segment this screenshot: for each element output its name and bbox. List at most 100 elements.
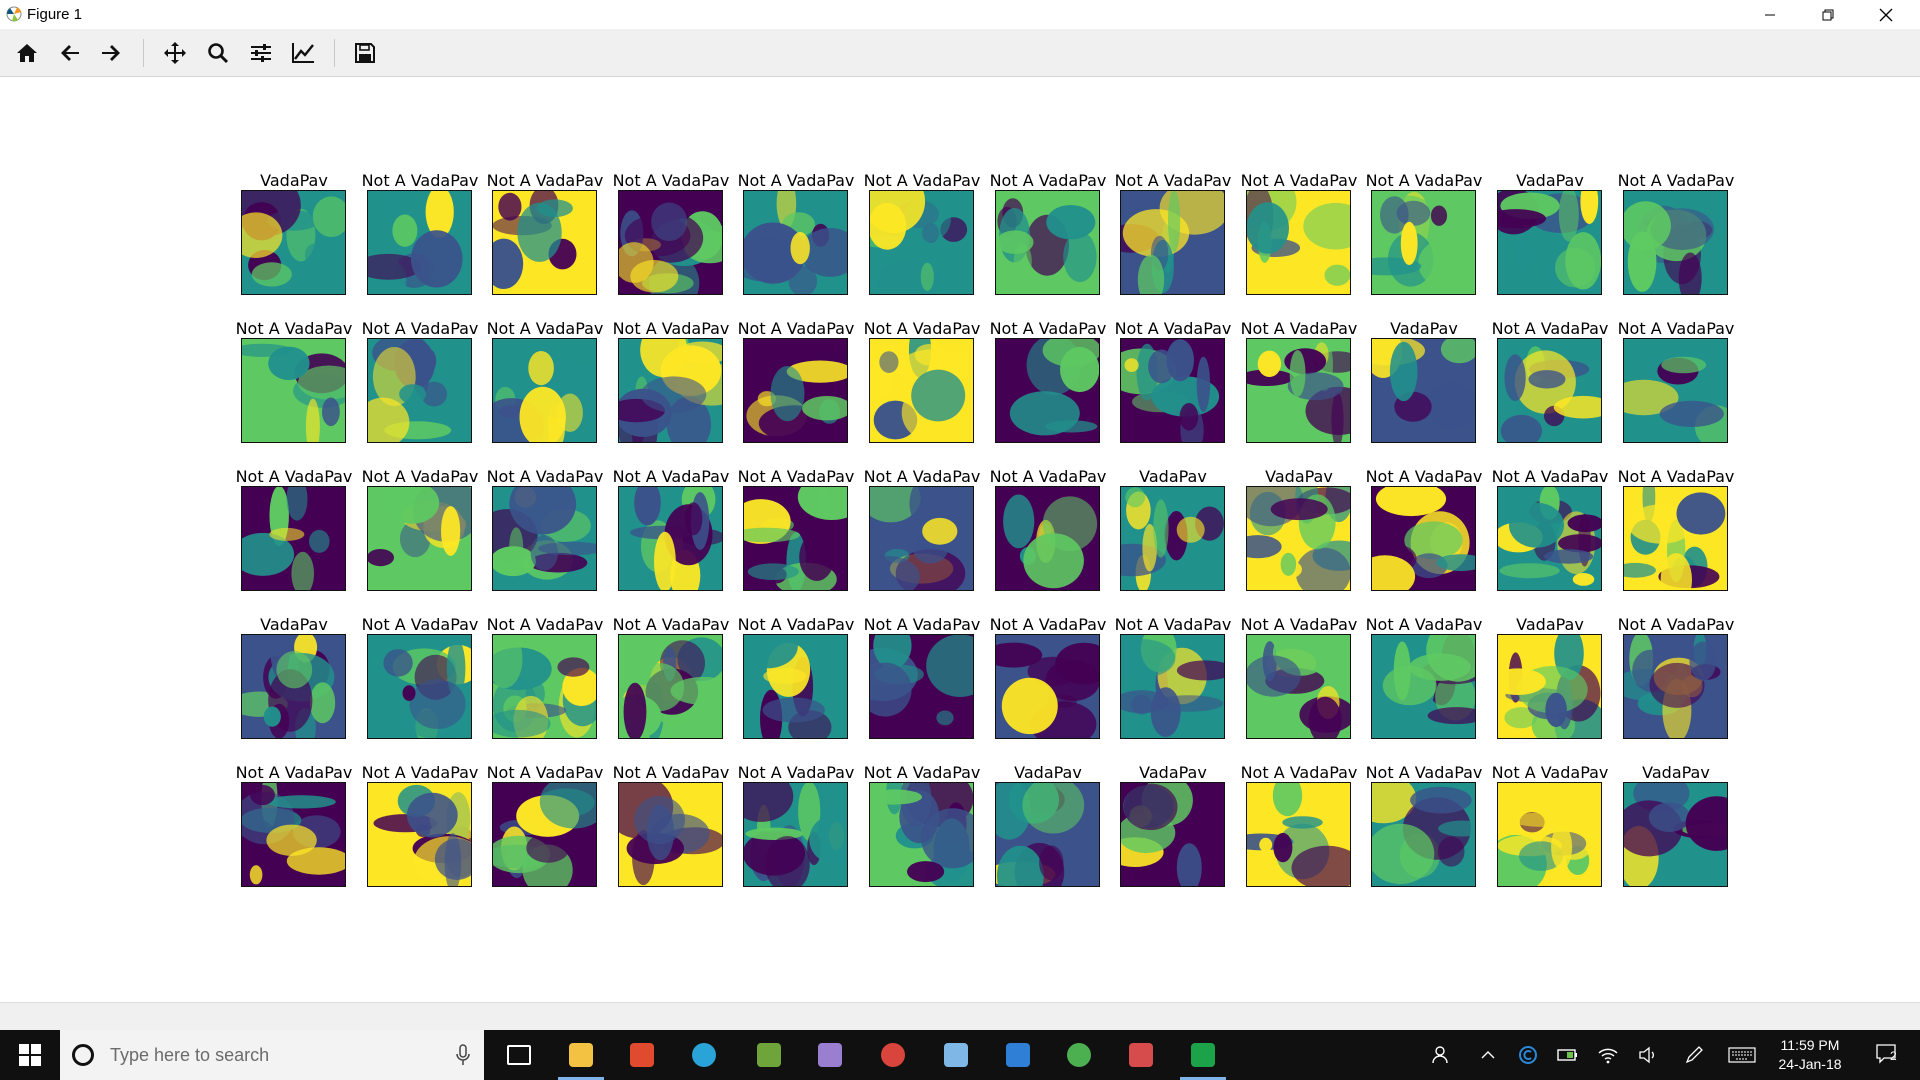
subplot-title: Not A VadaPav xyxy=(1617,615,1735,634)
food-image xyxy=(1120,486,1225,591)
network-button[interactable] xyxy=(1594,1030,1622,1080)
save-button[interactable] xyxy=(350,38,380,68)
app-icon xyxy=(818,1043,842,1067)
taskbar-search-box[interactable]: Type here to search xyxy=(60,1030,484,1080)
minimize-button[interactable] xyxy=(1741,0,1799,29)
food-image xyxy=(743,486,848,591)
chrome-icon xyxy=(1067,1043,1091,1067)
microphone-icon[interactable] xyxy=(456,1044,470,1066)
food-image xyxy=(492,190,597,295)
close-button[interactable] xyxy=(1857,0,1915,29)
system-clock[interactable]: 11:59 PM 24-Jan-18 xyxy=(1760,1036,1860,1074)
food-image xyxy=(869,634,974,739)
taskbar-app-button[interactable] xyxy=(1114,1030,1168,1080)
cortana-icon xyxy=(72,1044,94,1066)
food-image xyxy=(492,782,597,887)
food-image xyxy=(743,338,848,443)
food-image xyxy=(241,190,346,295)
back-icon xyxy=(61,45,79,61)
food-image xyxy=(1246,486,1351,591)
food-image xyxy=(1497,634,1602,739)
edit-curves-icon xyxy=(292,43,314,63)
taskbar-app-button[interactable] xyxy=(1052,1030,1106,1080)
food-image xyxy=(1120,190,1225,295)
show-hidden-icons-button[interactable] xyxy=(1474,1030,1502,1080)
food-image xyxy=(1120,634,1225,739)
subplot-title: Not A VadaPav xyxy=(1617,319,1735,338)
food-image xyxy=(995,634,1100,739)
home-button[interactable] xyxy=(12,38,42,68)
food-image xyxy=(1623,782,1728,887)
food-image xyxy=(1497,782,1602,887)
food-image xyxy=(367,634,472,739)
store-icon xyxy=(630,1043,654,1067)
touch-keyboard-button[interactable] xyxy=(1724,1030,1760,1080)
app-icon-2 xyxy=(1129,1043,1153,1067)
food-image xyxy=(1623,338,1728,443)
food-image xyxy=(241,338,346,443)
start-button[interactable] xyxy=(0,1030,60,1080)
task-view-icon xyxy=(507,1045,531,1065)
taskbar-app-button[interactable] xyxy=(991,1030,1045,1080)
home-icon xyxy=(17,44,37,62)
notification-count: 2 xyxy=(1890,1049,1897,1063)
food-image xyxy=(743,190,848,295)
battery-button[interactable] xyxy=(1554,1030,1582,1080)
status-bar xyxy=(0,1002,1920,1031)
food-image xyxy=(367,486,472,591)
taskbar-app-button[interactable] xyxy=(866,1030,920,1080)
food-image xyxy=(995,190,1100,295)
food-image xyxy=(1120,782,1225,887)
volume-icon xyxy=(1639,1046,1654,1064)
edge-icon xyxy=(1006,1043,1030,1067)
forward-button[interactable] xyxy=(96,38,126,68)
food-image xyxy=(241,634,346,739)
restore-button[interactable] xyxy=(1799,0,1857,29)
chevron-up-icon xyxy=(1481,1051,1495,1059)
minimize-icon xyxy=(1765,14,1775,15)
zoom-button[interactable] xyxy=(203,38,233,68)
taskbar-app-button[interactable] xyxy=(615,1030,669,1080)
people-tray-button[interactable] xyxy=(1426,1030,1458,1080)
subplot-title: Not A VadaPav xyxy=(1617,467,1735,486)
food-image xyxy=(1371,190,1476,295)
taskbar-app-button[interactable] xyxy=(554,1030,608,1080)
food-image xyxy=(618,190,723,295)
file-explorer-icon xyxy=(569,1043,593,1067)
tray-app-button[interactable] xyxy=(1514,1030,1542,1080)
pan-button[interactable] xyxy=(160,38,190,68)
figure-canvas[interactable]: VadaPav Not A VadaPav Not A VadaPav Not A V… xyxy=(0,77,1920,1002)
android-studio-icon xyxy=(757,1043,781,1067)
edit-curves-button[interactable] xyxy=(288,38,318,68)
virtualbox-icon xyxy=(944,1043,968,1067)
taskbar: Type here to search 11:59 PM 24-Jan-18 2 xyxy=(0,1030,1920,1080)
taskbar-app-button[interactable] xyxy=(803,1030,857,1080)
taskbar-app-button[interactable] xyxy=(929,1030,983,1080)
back-button[interactable] xyxy=(55,38,85,68)
pen-workspace-button[interactable] xyxy=(1680,1030,1708,1080)
taskbar-app-button[interactable] xyxy=(677,1030,731,1080)
pen-icon xyxy=(1685,1046,1703,1064)
forward-icon xyxy=(102,45,120,61)
configure-subplots-button[interactable] xyxy=(246,38,276,68)
save-icon xyxy=(355,43,375,63)
taskbar-app-button[interactable] xyxy=(742,1030,796,1080)
matplotlib-app-icon xyxy=(1191,1043,1215,1067)
food-image xyxy=(618,782,723,887)
taskbar-app-button[interactable] xyxy=(1176,1030,1230,1080)
restore-icon xyxy=(1822,9,1834,20)
food-image xyxy=(492,338,597,443)
food-image xyxy=(1371,782,1476,887)
volume-button[interactable] xyxy=(1634,1030,1662,1080)
taskbar-app-button[interactable] xyxy=(492,1030,546,1080)
close-icon xyxy=(1879,8,1893,21)
windows-logo-icon xyxy=(19,1044,41,1066)
food-image xyxy=(241,486,346,591)
food-image xyxy=(367,338,472,443)
action-center-button[interactable]: 2 xyxy=(1866,1030,1910,1080)
food-image xyxy=(1497,190,1602,295)
food-image xyxy=(1623,486,1728,591)
food-image xyxy=(995,338,1100,443)
pan-icon xyxy=(164,42,186,64)
food-image xyxy=(241,782,346,887)
